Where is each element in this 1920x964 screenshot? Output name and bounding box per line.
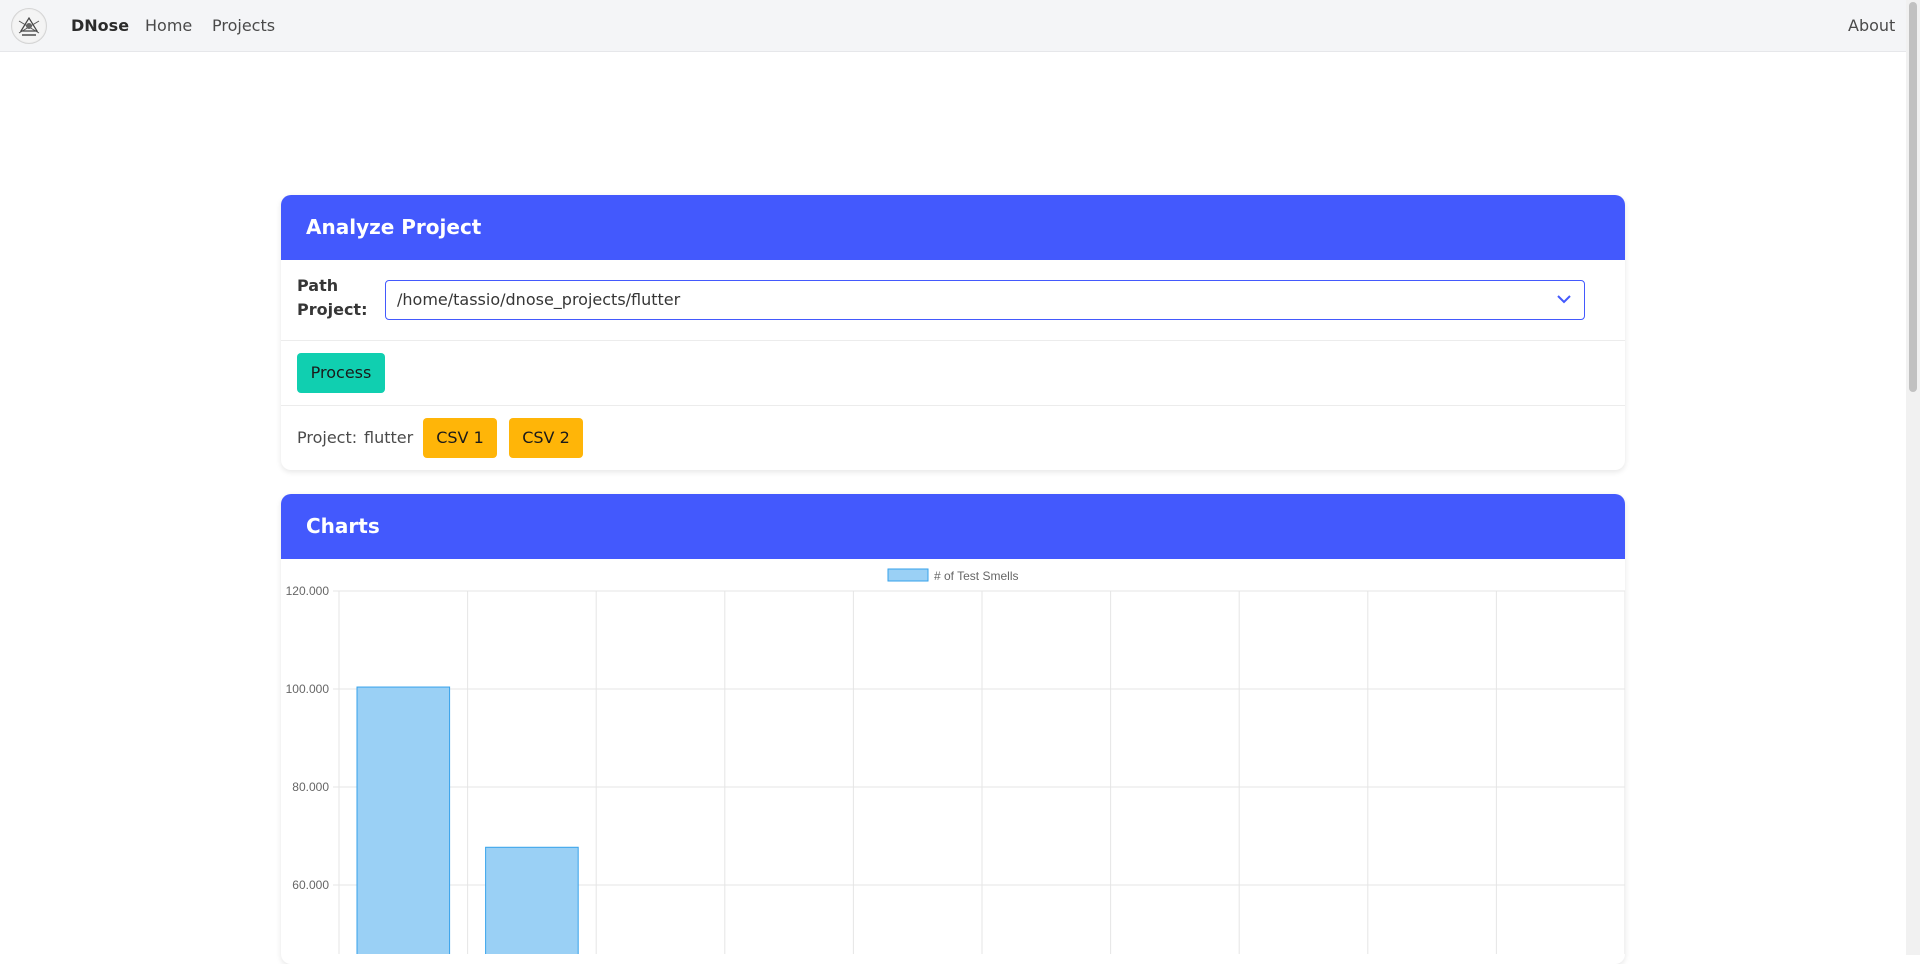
path-project-value: /home/tassio/dnose_projects/flutter [397,290,681,309]
csv2-button[interactable]: CSV 2 [509,418,583,458]
charts-card-title: Charts [281,494,1625,559]
legend-swatch [887,568,929,582]
path-project-select[interactable]: /home/tassio/dnose_projects/flutter [385,280,1585,320]
y-tick-label: 60.000 [292,878,329,892]
nav-link-home[interactable]: Home [145,0,192,51]
project-label: Project: [297,428,358,447]
bar [485,846,579,954]
page-scrollbar[interactable] [1906,0,1920,955]
project-name: flutter [364,428,414,447]
process-button[interactable]: Process [297,353,385,393]
analyze-project-card: Analyze Project Path Project: /home/tass… [281,195,1625,470]
csv1-button[interactable]: CSV 1 [423,418,497,458]
process-row: Process [281,341,1625,406]
scrollbar-thumb[interactable] [1909,2,1917,392]
chevron-down-icon [1556,281,1572,333]
chart-area: 120.000 100.000 80.000 60.000 # of Test Smel… [281,559,1625,954]
bar [356,686,451,954]
path-row: Path Project: /home/tassio/dnose_project… [281,260,1625,341]
nav-link-about[interactable]: About [1848,0,1895,51]
nav-link-projects[interactable]: Projects [212,0,275,51]
y-tick-label: 120.000 [286,584,330,598]
brand-link[interactable]: DNose [71,0,129,51]
project-row: Project: flutter CSV 1 CSV 2 [281,406,1625,471]
y-tick-label: 100.000 [286,682,330,696]
charts-card: Charts 120.000 100.000 80.000 60.000 # of Te… [281,494,1625,964]
y-tick-label: 80.000 [292,780,329,794]
analyze-card-title: Analyze Project [281,195,1625,260]
path-project-label: Path Project: [297,276,368,319]
dnose-logo-icon[interactable] [11,8,47,44]
legend-label: # of Test Smells [934,569,1018,583]
test-smells-bar-chart: 120.000 100.000 80.000 60.000 # of Test Smel… [286,568,1625,954]
top-navbar: DNose Home Projects About [0,0,1906,52]
